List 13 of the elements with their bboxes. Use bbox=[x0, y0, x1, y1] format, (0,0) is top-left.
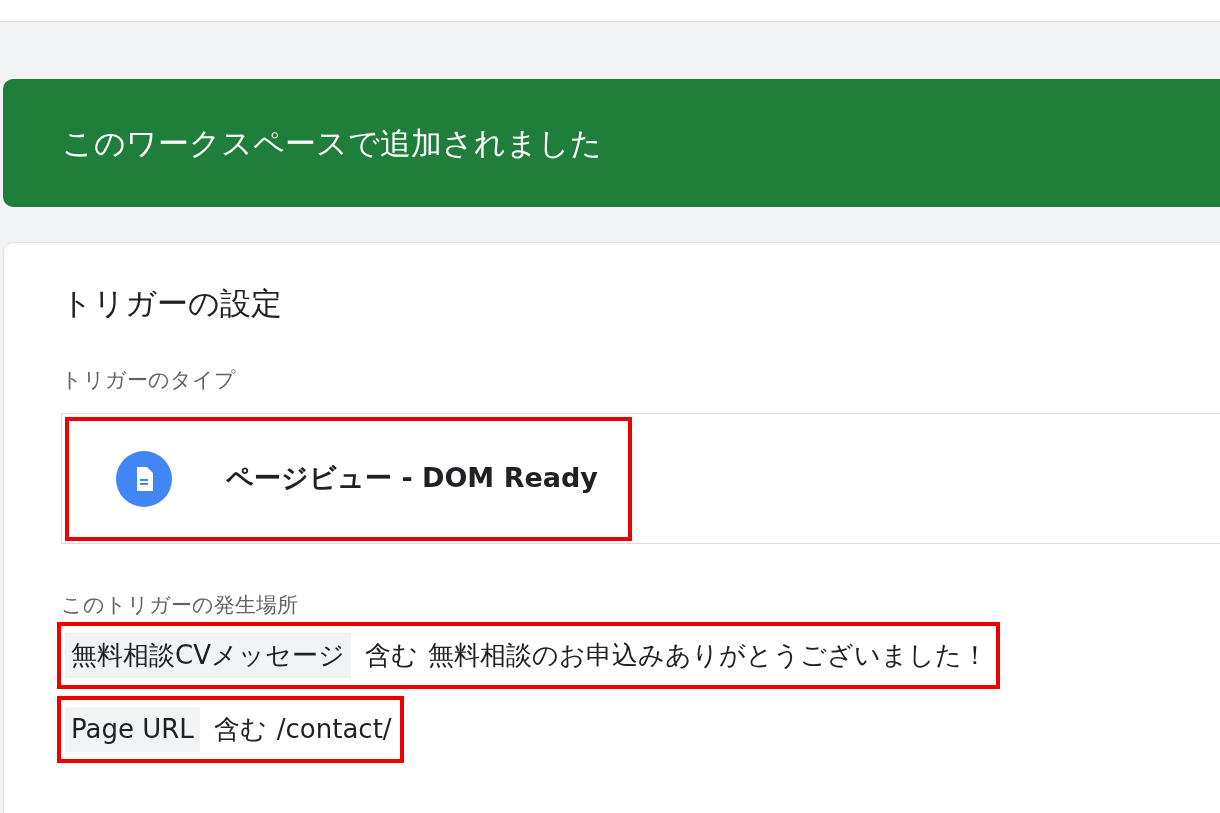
value-text: 無料相談のお申込みありがとうございました！ bbox=[427, 639, 988, 672]
variable-chip: Page URL bbox=[65, 707, 200, 752]
operator-text: 含む bbox=[364, 639, 418, 672]
variable-chip: 無料相談CVメッセージ bbox=[65, 633, 351, 678]
notice-text: このワークスペースで追加されました bbox=[62, 123, 602, 163]
trigger-type-row[interactable]: ページビュー - DOM Ready bbox=[61, 413, 1220, 544]
operator-text: 含む bbox=[213, 713, 267, 746]
value-text: /contact/ bbox=[276, 713, 392, 746]
conditions-label: このトリガーの発生場所 bbox=[61, 592, 299, 619]
document-icon bbox=[116, 450, 172, 507]
type-label: トリガーのタイプ bbox=[61, 367, 237, 394]
card-title: トリガーの設定 bbox=[61, 284, 283, 323]
trigger-type-name: ページビュー - DOM Ready bbox=[226, 461, 598, 496]
